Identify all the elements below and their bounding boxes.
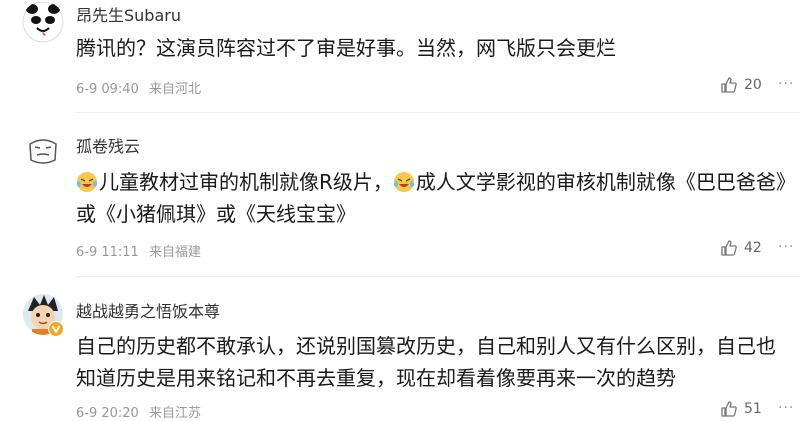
panda-face-icon — [22, 1, 64, 43]
like-button[interactable]: 20 — [720, 76, 762, 94]
comment-text: 儿童教材过审的机制就像R级片， 成人文学影视的审核机制就像《巴巴爸爸》或《小猪佩… — [76, 166, 788, 230]
comment-text: 腾讯的？这演员阵容过不了审是好事。当然，网飞版只会更烂 — [76, 36, 616, 60]
username[interactable]: 越战越勇之悟饭本尊 — [76, 298, 220, 322]
like-count: 20 — [744, 77, 762, 93]
comment-date: 6-9 09:40 — [76, 82, 139, 97]
avatar[interactable] — [22, 1, 64, 43]
comment-text: 自己的历史都不敢承认，还说别国篡改历史，自己和别人又有什么区别，自己也知道历史是… — [76, 334, 776, 390]
more-options-button[interactable]: ··· — [778, 239, 794, 255]
thumbs-up-icon — [721, 240, 737, 256]
divider — [76, 112, 800, 113]
comment-date: 6-9 11:11 — [76, 245, 139, 260]
username[interactable]: 昂先生Subaru — [76, 2, 181, 26]
doodle-face-icon — [23, 131, 63, 171]
like-button[interactable]: 42 — [720, 239, 762, 257]
thumbs-up-icon — [721, 77, 737, 93]
laughing-tears-emoji-icon — [393, 172, 414, 192]
like-count: 42 — [744, 240, 762, 256]
thumbs-up-icon — [721, 401, 737, 417]
verified-badge-icon — [48, 321, 64, 337]
comment-location: 来自河北 — [148, 82, 201, 97]
comment-meta: 6-9 20:20 来自江苏 — [76, 402, 201, 421]
divider — [76, 276, 800, 277]
comment-location: 来自福建 — [148, 245, 201, 260]
laughing-tears-emoji-icon — [77, 172, 97, 192]
avatar[interactable] — [22, 130, 64, 172]
comment-meta: 6-9 09:40 来自河北 — [76, 78, 201, 97]
username[interactable]: 孤卷残云 — [76, 133, 140, 157]
comment-meta: 6-9 11:11 来自福建 — [76, 241, 201, 260]
more-options-button[interactable]: ··· — [778, 76, 794, 92]
like-count: 51 — [744, 401, 762, 417]
comment-text-part: 儿童教材过审的机制就像R级片， — [99, 170, 393, 194]
like-button[interactable]: 51 — [720, 400, 762, 418]
